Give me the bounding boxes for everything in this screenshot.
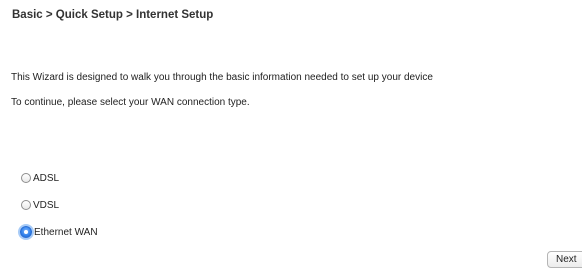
wan-option-vdsl[interactable]: VDSL (21, 198, 59, 212)
vdsl-radio-label[interactable]: VDSL (33, 200, 59, 211)
adsl-radio-label[interactable]: ADSL (33, 173, 59, 184)
wan-option-ethernet[interactable]: Ethernet WAN (20, 225, 98, 239)
wizard-intro-text: This Wizard is designed to walk you thro… (11, 72, 433, 83)
ethernet-wan-radio-label[interactable]: Ethernet WAN (34, 227, 98, 238)
adsl-radio[interactable] (21, 173, 31, 183)
wizard-instruction-text: To continue, please select your WAN conn… (11, 97, 250, 108)
ethernet-wan-radio[interactable] (20, 226, 32, 238)
wan-option-adsl[interactable]: ADSL (21, 171, 59, 185)
next-button[interactable]: Next (547, 251, 582, 268)
vdsl-radio[interactable] (21, 200, 31, 210)
breadcrumb: Basic > Quick Setup > Internet Setup (12, 9, 214, 21)
